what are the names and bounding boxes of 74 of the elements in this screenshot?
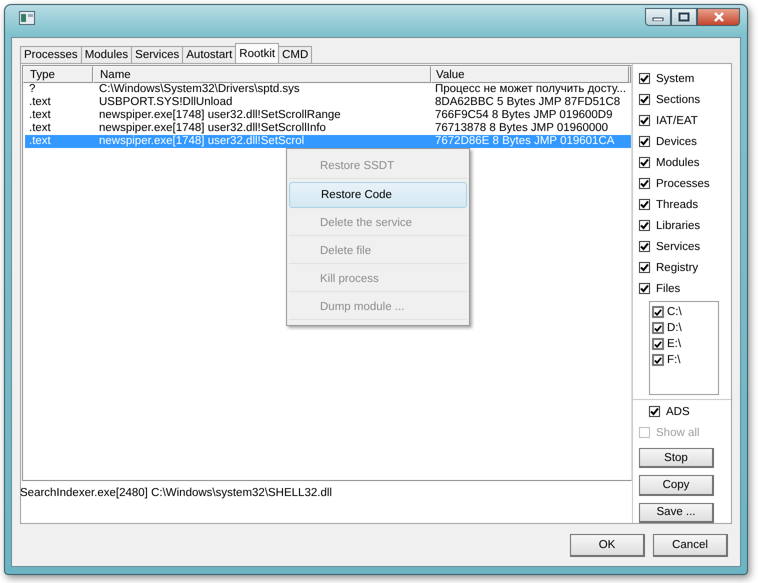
value-cell-text: Процесс не может получить досту... [434,83,628,96]
checkbox-label: Sections [656,94,700,106]
tab[interactable]: Processes [20,46,82,63]
checkbox[interactable] [649,406,660,418]
checkbox[interactable] [639,115,650,126]
checkbox-label: System [656,72,694,84]
name-cell-text: newspiper.exe[1748] user32.dll!SetScrollInfo [98,122,327,135]
tab[interactable]: Services [131,46,184,63]
name-cell-text: newspiper.exe[1748] user32.dll!SetScrol [98,135,306,148]
close-icon [712,12,726,22]
checkbox-label: IAT/EAT [656,114,698,126]
checkbox[interactable] [639,94,650,105]
checkbox-label: C:\ [667,306,682,318]
value-cell-text: 7672D86E 8 Bytes JMP 019601CA [434,135,616,148]
status-text: SearchIndexer.exe[2480] C:\Windows\system32\SHELL32.dll [20,486,333,499]
menu-item[interactable]: Restore Code [289,182,467,208]
checkbox[interactable] [639,73,650,84]
action-button[interactable]: Save ... [639,502,714,523]
tab[interactable]: Modules [80,46,132,63]
minimize-button[interactable] [645,8,671,26]
checkbox[interactable] [652,306,664,318]
app-icon [19,11,35,25]
list-row[interactable]: ? C:\Windows\System32\Drivers\sptd.sys Процесс не может получить досту... [25,83,631,96]
checkbox-label: E:\ [667,338,682,350]
checkbox[interactable] [639,283,650,294]
list-row[interactable]: .text newspiper.exe[1748] user32.dll!SetScrollInfo 76713878 8 Bytes JMP 01960000 [25,122,631,135]
checkbox-label: Show all [656,426,700,439]
checkbox-label: D:\ [667,322,682,334]
dialog-button[interactable]: Cancel [653,534,728,556]
tab[interactable]: CMD [278,46,312,63]
name-cell-text: USBPORT.SYS!DllUnload [98,96,234,109]
checkbox[interactable] [639,262,650,273]
type-cell-text: ? [28,83,36,96]
type-cell-text: .text [28,122,52,135]
checkbox-label: Files [656,282,680,294]
list-row[interactable]: .text newspiper.exe[1748] user32.dll!SetScrollRange 766F9C54 8 Bytes JMP 019600D9 [25,109,631,122]
list-row[interactable]: .text USBPORT.SYS!DllUnload 8DA62BBC 5 Bytes JMP 87FD51C8 [25,96,631,109]
type-cell-text: .text [28,96,52,109]
checkbox-label: Modules [656,156,700,168]
checkbox[interactable] [639,220,650,231]
close-button[interactable] [697,8,740,26]
tab[interactable]: Autostart [182,46,236,63]
checkbox[interactable] [639,157,650,168]
checkbox-label: Registry [656,262,698,274]
checkbox-label: Devices [656,136,697,148]
checkbox[interactable] [652,354,664,366]
checkbox[interactable] [652,322,664,334]
type-cell-text: .text [28,135,52,148]
maximize-icon [678,12,690,22]
checkbox[interactable] [639,136,650,147]
action-button[interactable]: Stop [639,448,714,468]
column-header[interactable]: Value [431,66,629,83]
maximize-button[interactable] [671,8,697,26]
checkbox-label: Services [656,240,700,252]
checkbox[interactable] [639,199,650,210]
checkbox-label: Processes [656,178,710,190]
checkbox-label: ADS [666,406,690,418]
value-cell-text: 76713878 8 Bytes JMP 01960000 [434,122,610,135]
name-cell-text: C:\Windows\System32\Drivers\sptd.sys [98,83,301,96]
checkbox[interactable] [639,178,650,189]
checkbox-label: F:\ [667,354,680,366]
checkbox-label: Libraries [656,220,700,232]
dialog-button[interactable]: OK [570,534,645,556]
checkbox-label: Threads [656,198,698,210]
column-header[interactable]: Name [93,66,431,83]
name-cell-text: newspiper.exe[1748] user32.dll!SetScrollRange [98,109,342,122]
checkbox[interactable] [639,241,650,252]
checkbox[interactable] [652,338,664,350]
column-header[interactable]: Type [23,66,93,83]
tab[interactable]: Rootkit [235,43,280,63]
type-cell-text: .text [28,109,52,122]
value-cell-text: 766F9C54 8 Bytes JMP 019600D9 [434,109,614,122]
action-button[interactable]: Copy [639,475,714,496]
value-cell-text: 8DA62BBC 5 Bytes JMP 87FD51C8 [434,96,622,109]
